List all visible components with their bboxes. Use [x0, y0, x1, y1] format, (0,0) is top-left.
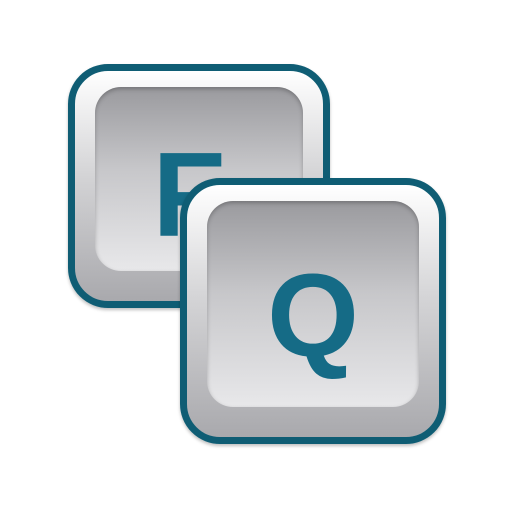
keycap-q-icon: Q — [180, 178, 446, 444]
keycap-q-letter: Q — [267, 250, 359, 382]
keycap-q-face: Q — [207, 201, 419, 407]
faq-icon: F Q — [0, 0, 512, 512]
